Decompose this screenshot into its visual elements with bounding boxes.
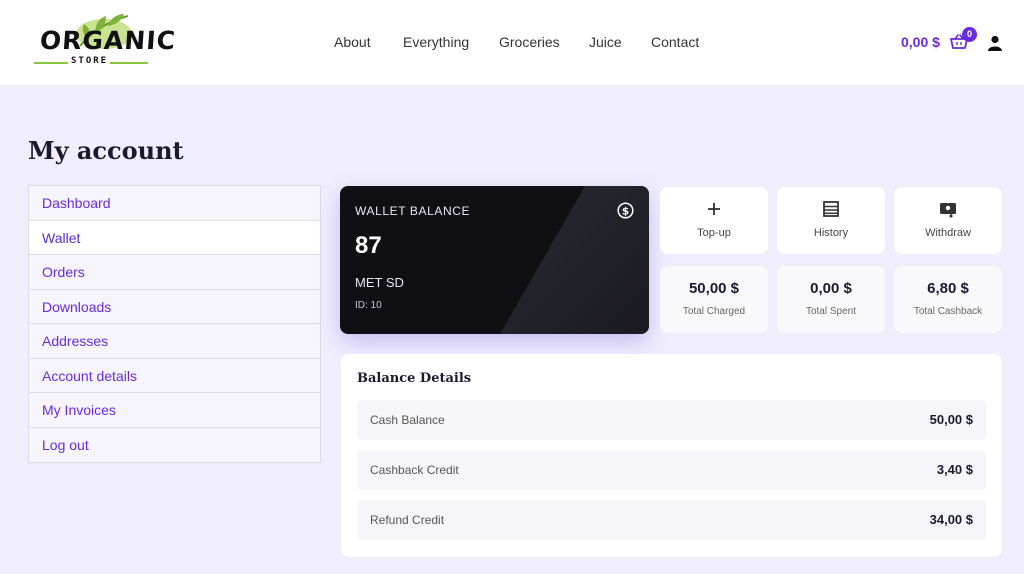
sidebar-item-downloads[interactable]: Downloads (29, 290, 320, 324)
total-charged-label: Total Charged (682, 306, 746, 317)
withdraw-button[interactable]: Withdraw (894, 187, 1002, 254)
user-icon[interactable] (987, 35, 1003, 51)
history-button[interactable]: History (777, 187, 885, 254)
nav-juice[interactable]: Juice (589, 34, 622, 50)
logo-underline-right (110, 62, 148, 64)
total-cashback-value: 6,80 $ (927, 280, 969, 297)
topup-label: Top-up (697, 227, 731, 239)
total-cashback-label: Total Cashback (913, 306, 983, 317)
cashback-credit-label: Cashback Credit (370, 463, 459, 477)
wallet-balance-label: WALLET BALANCE (355, 204, 471, 218)
total-spent-value: 0,00 $ (810, 280, 852, 297)
withdraw-icon (940, 203, 956, 218)
logo-underline-left (34, 62, 68, 64)
logo-wordmark: ORGANIC (38, 26, 177, 55)
refund-credit-label: Refund Credit (370, 513, 445, 527)
cashback-credit-row: Cashback Credit 3,40 $ (357, 450, 986, 490)
list-icon (823, 201, 839, 217)
nav-everything[interactable]: Everything (403, 34, 469, 50)
sidebar-item-orders[interactable]: Orders (29, 255, 320, 290)
site-header: ORGANIC STORE About Everything Groceries… (0, 0, 1024, 85)
nav-groceries[interactable]: Groceries (499, 34, 560, 50)
sidebar-item-addresses[interactable]: Addresses (29, 324, 320, 359)
cart-count-badge: 0 (962, 27, 977, 42)
balance-details-title: Balance Details (357, 371, 472, 386)
organic-store-logo[interactable]: ORGANIC STORE (30, 10, 177, 70)
cash-balance-row: Cash Balance 50,00 $ (357, 400, 986, 440)
total-cashback-stat: 6,80 $ Total Cashback (894, 266, 1002, 333)
plus-icon (708, 203, 720, 215)
refund-credit-row: Refund Credit 34,00 $ (357, 500, 986, 540)
wallet-holder-name: MET SD (355, 275, 404, 290)
balance-details-panel: Balance Details Cash Balance 50,00 $ Cas… (341, 354, 1002, 557)
cash-balance-label: Cash Balance (370, 413, 445, 427)
dollar-circle-icon: $ (617, 202, 634, 219)
wallet-balance-card: WALLET BALANCE 87 MET SD ID: 10 (340, 186, 649, 334)
sidebar-item-account-details[interactable]: Account details (29, 359, 320, 393)
topup-button[interactable]: Top-up (660, 187, 768, 254)
sidebar-item-log-out[interactable]: Log out (29, 428, 320, 463)
account-sidebar: Dashboard Wallet Orders Downloads Addres… (28, 185, 321, 463)
logo-subtitle: STORE (71, 56, 109, 66)
total-spent-stat: 0,00 $ Total Spent (777, 266, 885, 333)
nav-contact[interactable]: Contact (651, 34, 699, 50)
total-charged-value: 50,00 $ (688, 280, 740, 297)
withdraw-label: Withdraw (925, 227, 971, 239)
cash-balance-value: 50,00 $ (929, 412, 973, 427)
cashback-credit-value: 3,40 $ (936, 462, 973, 477)
cart-total[interactable]: 0,00 $ (901, 34, 940, 50)
svg-text:$: $ (622, 205, 629, 217)
sidebar-item-dashboard[interactable]: Dashboard (29, 186, 320, 221)
total-spent-label: Total Spent (805, 306, 857, 317)
sidebar-item-my-invoices[interactable]: My Invoices (29, 393, 320, 428)
sidebar-item-wallet[interactable]: Wallet (29, 220, 320, 255)
wallet-id: ID: 10 (355, 300, 382, 311)
page-title: My account (28, 136, 184, 165)
refund-credit-value: 34,00 $ (929, 512, 973, 527)
history-label: History (813, 227, 849, 239)
nav-about[interactable]: About (334, 34, 371, 50)
wallet-balance-amount: 87 (355, 232, 382, 259)
total-charged-stat: 50,00 $ Total Charged (660, 266, 768, 333)
